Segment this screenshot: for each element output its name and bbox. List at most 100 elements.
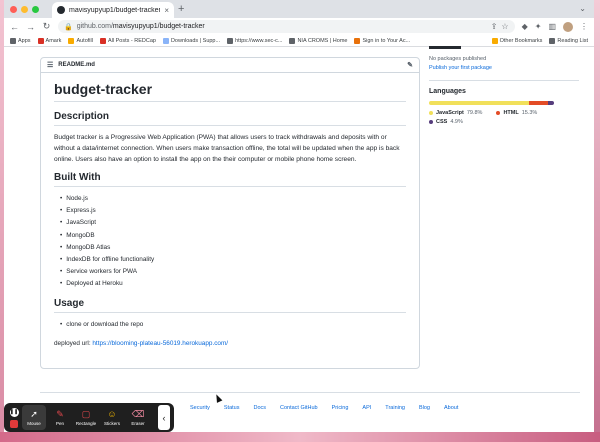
tool-mouse[interactable]: ➚ Mouse — [22, 405, 46, 430]
back-icon[interactable]: ← — [10, 22, 19, 32]
star-icon[interactable]: ☆ — [501, 22, 508, 31]
new-tab-button[interactable]: + — [178, 3, 184, 15]
url-text[interactable]: github.com/mavisyupyup1/budget-tracker — [77, 23, 487, 30]
menu-icon[interactable]: ⋮ — [580, 22, 588, 31]
bookmark-apps[interactable]: Apps — [10, 37, 31, 44]
footer-link-training[interactable]: Training — [385, 405, 405, 411]
tool-rectangle[interactable]: ▢ Rectangle — [74, 405, 98, 430]
packages-heading-cutoff — [429, 46, 461, 49]
deployed-label: deployed url: — [54, 339, 93, 347]
bookmark-label: Amark — [45, 37, 62, 44]
minimize-window-button[interactable] — [21, 6, 28, 13]
language-list: JavaScript 79.8% HTML 15.3% CSS 4.9% — [429, 110, 579, 125]
bookmark-downloads[interactable]: Downloads | Supp... — [162, 37, 220, 44]
bookmark-redcap[interactable]: All Posts - REDCap — [99, 37, 156, 44]
page-footer: Security Status Docs Contact GitHub Pric… — [40, 392, 580, 411]
bookmark-icon — [289, 37, 296, 44]
bookmark-icon — [162, 37, 169, 44]
list-item: IndexDB for offline functionality — [60, 254, 406, 266]
url-host: github.com/ — [76, 23, 113, 30]
languages-heading: Languages — [429, 88, 466, 95]
sidebar-divider — [429, 80, 579, 81]
tool-eraser[interactable]: ⌫ Eraser — [126, 405, 150, 430]
list-item: Express.js — [60, 205, 406, 217]
tool-stickers[interactable]: ☺ Stickers — [100, 405, 124, 430]
language-percent: 15.3% — [521, 110, 538, 116]
github-icon — [57, 6, 65, 14]
footer-link-about[interactable]: About — [444, 405, 458, 411]
bookmark-label: Apps — [18, 37, 31, 44]
tab-budget-tracker[interactable]: mavisyupyup1/budget-tracker × — [52, 2, 174, 18]
readme-body: budget-tracker Description Budget tracke… — [41, 73, 419, 353]
extension-icon[interactable]: ◆ — [522, 22, 528, 31]
collapse-toolbar-button[interactable]: ‹ — [158, 405, 170, 430]
sticker-icon: ☺ — [107, 409, 117, 419]
language-bar-segment — [528, 101, 548, 105]
built-with-heading: Built With — [54, 172, 406, 187]
bookmark-autofill[interactable]: Autofill — [68, 37, 93, 44]
bookmark-amark[interactable]: Amark — [37, 37, 62, 44]
puzzle-icon[interactable]: ✦ — [535, 22, 542, 31]
language-css[interactable]: CSS 4.9% — [429, 119, 463, 125]
tab-close-icon[interactable]: × — [164, 6, 169, 15]
footer-link-contact[interactable]: Contact GitHub — [280, 405, 318, 411]
desktop-background-bottom — [0, 432, 600, 442]
window-controls — [10, 6, 39, 13]
forward-icon[interactable]: → — [26, 22, 35, 32]
readme-title: budget-tracker — [54, 81, 406, 102]
stop-recording-icon[interactable] — [10, 419, 18, 428]
list-item: clone or download the repo — [60, 319, 406, 331]
footer-link-api[interactable]: API — [362, 405, 371, 411]
reload-icon[interactable]: ↻ — [42, 21, 51, 32]
footer-link-status[interactable]: Status — [224, 405, 240, 411]
list-item: MongoDB Atlas — [60, 242, 406, 254]
maximize-window-button[interactable] — [32, 6, 39, 13]
share-icon[interactable]: ⇪ — [491, 22, 498, 31]
profile-avatar[interactable] — [563, 21, 573, 32]
other-bookmarks[interactable]: Other Bookmarks — [491, 37, 542, 44]
globe-icon — [227, 37, 234, 44]
list-icon[interactable]: ☰ — [47, 61, 53, 69]
language-html[interactable]: HTML 15.3% — [496, 110, 537, 116]
bookmark-icon — [99, 37, 106, 44]
close-window-button[interactable] — [10, 6, 17, 13]
address-bar[interactable]: 🔒 github.com/mavisyupyup1/budget-tracker… — [58, 20, 515, 33]
cursor-icon: ➚ — [30, 409, 38, 419]
browser-window: mavisyupyup1/budget-tracker × + ⌄ ← → ↻ … — [4, 0, 594, 432]
rectangle-icon: ▢ — [81, 409, 91, 419]
list-item: Node.js — [60, 193, 406, 205]
lock-icon: 🔒 — [64, 23, 73, 31]
deployed-url-link[interactable]: https://blooming-plateau-56019.herokuapp… — [92, 340, 228, 347]
footer-link-docs[interactable]: Docs — [253, 405, 266, 411]
description-text: Budget tracker is a Progressive Web Appl… — [54, 134, 400, 163]
language-javascript[interactable]: JavaScript 79.8% — [429, 110, 482, 116]
bookmark-nia-croms[interactable]: NIA CROMS | Home — [289, 37, 347, 44]
tab-search-icon[interactable]: ⌄ — [579, 4, 586, 13]
language-bar-segment — [429, 101, 529, 105]
tool-label: Mouse — [27, 421, 41, 426]
eraser-icon: ⌫ — [131, 409, 145, 419]
bookmarks-bar: Apps Amark Autofill All Posts - REDCap D… — [4, 35, 594, 47]
list-item: Deployed at Heroku — [60, 278, 406, 290]
language-name: JavaScript — [436, 110, 464, 116]
bookmark-label: Autofill — [76, 37, 93, 44]
footer-link-pricing[interactable]: Pricing — [332, 405, 349, 411]
deployed-url-line: deployed url: https://blooming-plateau-5… — [54, 340, 406, 347]
edit-pencil-icon[interactable]: ✎ — [407, 61, 413, 69]
bookmark-label: https://www.sec-c... — [235, 37, 283, 44]
mouse-cursor-icon — [213, 393, 223, 403]
tool-label: Stickers — [103, 421, 120, 426]
publish-package-link[interactable]: Publish your first package — [429, 65, 579, 71]
repo-sidebar: No packages published Publish your first… — [429, 46, 579, 125]
bookmark-sec[interactable]: https://www.sec-c... — [227, 37, 283, 44]
usage-heading: Usage — [54, 298, 406, 313]
list-item: Service workers for PWA — [60, 266, 406, 278]
reading-list[interactable]: Reading List — [549, 37, 588, 44]
pause-icon[interactable]: ❚❚ — [9, 407, 19, 417]
built-with-list: Node.js Express.js JavaScript MongoDB Mo… — [54, 193, 406, 291]
sidebar-icon[interactable]: ▥ — [548, 22, 556, 31]
bookmark-sign-in[interactable]: Sign in to Your Ac... — [354, 37, 410, 44]
tool-pen[interactable]: ✎ Pen — [48, 405, 72, 430]
footer-link-blog[interactable]: Blog — [419, 405, 430, 411]
footer-link-security[interactable]: Security — [190, 405, 210, 411]
